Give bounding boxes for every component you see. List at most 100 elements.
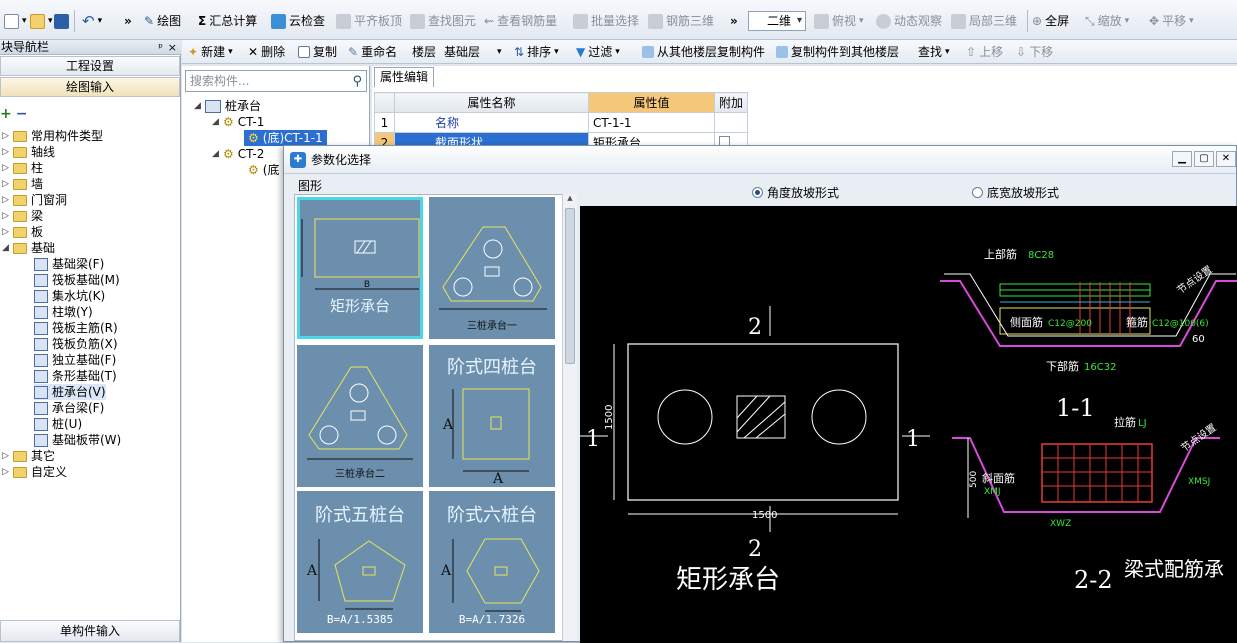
- copy-to-floor-button[interactable]: 复制构件到其他楼层: [776, 43, 899, 61]
- shape-thumb-3pile-2[interactable]: 三桩承台二: [297, 345, 423, 487]
- gallery-scrollbar[interactable]: ▲: [562, 194, 577, 641]
- new-file-button[interactable]: ▾: [4, 11, 27, 31]
- shape-thumb-3pile-1[interactable]: 三桩承台一: [429, 197, 555, 339]
- nav-tree-item[interactable]: ▷ 常用构件类型: [2, 128, 103, 144]
- single-component-input-button[interactable]: 单构件输入: [0, 620, 180, 642]
- shape-thumb-rect-cap[interactable]: B 矩形承台: [297, 197, 423, 339]
- shape-thumb-step-4pile[interactable]: 阶式四桩台 A A: [429, 345, 555, 487]
- nav-tree-child-item[interactable]: 桩承台(V): [34, 384, 106, 400]
- nav-tree-child-item[interactable]: 基础板带(W): [34, 432, 121, 448]
- nav-tree-child-item[interactable]: 基础梁(F): [34, 256, 104, 272]
- radio-button[interactable]: [752, 187, 763, 198]
- scroll-thumb[interactable]: [565, 208, 575, 364]
- align-slab-button[interactable]: 平齐板顶: [336, 11, 402, 31]
- nav-tree-item[interactable]: ▷ 梁: [2, 208, 43, 224]
- tab-property-edit[interactable]: 属性编辑: [374, 67, 434, 87]
- radio-bottom-width-slope[interactable]: 底宽放坡形式: [972, 184, 1059, 201]
- new-component-button[interactable]: ✦ 新建 ▾: [188, 43, 233, 61]
- collapse-all-icon[interactable]: −: [16, 106, 28, 122]
- twist-icon[interactable]: ▷: [2, 144, 9, 160]
- undo-button[interactable]: ↶ ▾: [82, 11, 102, 31]
- close-icon[interactable]: ×: [168, 40, 177, 55]
- draw-input-button[interactable]: 绘图输入: [0, 77, 180, 97]
- nav-tree-item[interactable]: ◢ 基础: [2, 240, 55, 256]
- local-3d-button[interactable]: 局部三维: [951, 11, 1017, 31]
- nav-tree-child-item[interactable]: 集水坑(K): [34, 288, 105, 304]
- fullscreen-button[interactable]: ⊕ 全屏: [1032, 11, 1069, 31]
- nav-tree-item[interactable]: ▷ 墙: [2, 176, 43, 192]
- find-element-button[interactable]: 查找图元: [410, 11, 476, 31]
- twist-icon[interactable]: ▷: [2, 176, 9, 192]
- project-settings-button[interactable]: 工程设置: [0, 56, 180, 76]
- twist-icon[interactable]: ▷: [2, 464, 9, 480]
- move-up-button[interactable]: ⇧ 上移: [966, 43, 1003, 61]
- col-header-name[interactable]: 属性名称: [394, 92, 589, 113]
- tree-root-pile-cap[interactable]: ◢ 桩承台: [194, 98, 261, 114]
- move-down-button[interactable]: ⇩ 下移: [1016, 43, 1053, 61]
- nav-tree-child-item[interactable]: 柱墩(Y): [34, 304, 93, 320]
- twist-icon[interactable]: ▷: [2, 192, 9, 208]
- col-header-value[interactable]: 属性值: [588, 92, 715, 113]
- search-component-input[interactable]: 搜索构件... ⚲: [185, 70, 367, 92]
- col-header-extra[interactable]: 附加: [713, 92, 749, 113]
- tree-item-ct2[interactable]: ◢ ⚙ CT-2: [212, 146, 264, 162]
- batch-select-button[interactable]: 批量选择: [573, 11, 639, 31]
- shape-thumb-step-5pile[interactable]: 阶式五桩台 A B=A/1.5385: [297, 491, 423, 633]
- nav-tree-child-item[interactable]: 条形基础(T): [34, 368, 117, 384]
- save-button[interactable]: [54, 11, 69, 31]
- nav-tree-item[interactable]: ▷ 门窗洞: [2, 192, 67, 208]
- nav-tree-child-item[interactable]: 筏板主筋(R): [34, 320, 118, 336]
- twist-icon[interactable]: ▷: [2, 160, 9, 176]
- nav-tree-item[interactable]: ▷ 其它: [2, 448, 55, 464]
- shape-thumb-step-6pile[interactable]: 阶式六桩台 A B=A/1.7326: [429, 491, 555, 633]
- more-toolbar-2[interactable]: »: [730, 11, 738, 31]
- floor-select[interactable]: 基础层 ▾: [444, 43, 504, 61]
- view-mode-select[interactable]: 二维: [748, 11, 806, 31]
- nav-tree-child-item[interactable]: 独立基础(F): [34, 352, 116, 368]
- nav-tree-child-item[interactable]: 承台梁(F): [34, 400, 104, 416]
- pan-button[interactable]: ✥ 平移 ▾: [1149, 11, 1194, 31]
- top-view-button[interactable]: 俯视 ▾: [814, 11, 864, 31]
- close-button[interactable]: ✕: [1216, 151, 1236, 167]
- view-rebar-button[interactable]: ⇜ 查看钢筋量: [484, 11, 557, 31]
- radio-angle-slope[interactable]: 角度放坡形式: [752, 184, 839, 201]
- nav-tree-item[interactable]: ▷ 轴线: [2, 144, 55, 160]
- copy-button[interactable]: 复制: [298, 43, 337, 61]
- tree-item-ct1[interactable]: ◢ ⚙ CT-1: [212, 114, 264, 130]
- minimize-button[interactable]: ▁: [1172, 151, 1192, 167]
- search-icon[interactable]: ⚲: [352, 72, 362, 92]
- twist-icon[interactable]: ▷: [2, 448, 9, 464]
- tree-item-ct2-1[interactable]: ⚙ (底: [248, 162, 279, 178]
- nav-tree-item[interactable]: ▷ 自定义: [2, 464, 67, 480]
- nav-tree-child-item[interactable]: 筏板基础(M): [34, 272, 120, 288]
- copy-from-floor-button[interactable]: 从其他楼层复制构件: [642, 43, 765, 61]
- twist-icon[interactable]: ◢: [2, 240, 9, 256]
- draw-button[interactable]: ✎ 绘图: [144, 11, 181, 31]
- sort-button[interactable]: ⇅ 排序 ▾: [514, 43, 559, 61]
- expand-all-icon[interactable]: +: [0, 106, 12, 122]
- rebar-3d-button[interactable]: 钢筋三维: [648, 11, 714, 31]
- delete-button[interactable]: ✕ 删除: [248, 43, 285, 61]
- radio-button[interactable]: [972, 187, 983, 198]
- filter-button[interactable]: ▼ 过滤 ▾: [576, 43, 620, 61]
- twist-icon[interactable]: ▷: [2, 128, 9, 144]
- nav-tree-item[interactable]: ▷ 板: [2, 224, 43, 240]
- find-button[interactable]: 查找 ▾: [918, 43, 950, 61]
- open-file-button[interactable]: ▾: [30, 11, 53, 31]
- maximize-button[interactable]: ▢: [1194, 151, 1214, 167]
- twist-icon[interactable]: ▷: [2, 208, 9, 224]
- scroll-up-icon[interactable]: ▲: [563, 194, 577, 202]
- pin-icon[interactable]: ᵖ: [158, 40, 163, 55]
- rename-button[interactable]: ✎ 重命名: [348, 43, 397, 61]
- sum-calc-button[interactable]: Σ 汇总计算: [198, 11, 257, 31]
- nav-tree-child-item[interactable]: 筏板负筋(X): [34, 336, 118, 352]
- zoom-button[interactable]: ⤡ 缩放 ▾: [1085, 11, 1129, 31]
- cloud-check-button[interactable]: 云检查: [271, 11, 325, 31]
- more-toolbar-1[interactable]: »: [124, 11, 132, 31]
- nav-tree-child-item[interactable]: 桩(U): [34, 416, 82, 432]
- nav-tree-item[interactable]: ▷ 柱: [2, 160, 43, 176]
- dynamic-view-button[interactable]: 动态观察: [876, 11, 942, 31]
- table-row[interactable]: 1 名称 CT-1-1: [374, 112, 749, 133]
- tree-item-ct1-1[interactable]: ⚙ (底)CT-1-1: [244, 130, 327, 146]
- twist-icon[interactable]: ▷: [2, 224, 9, 240]
